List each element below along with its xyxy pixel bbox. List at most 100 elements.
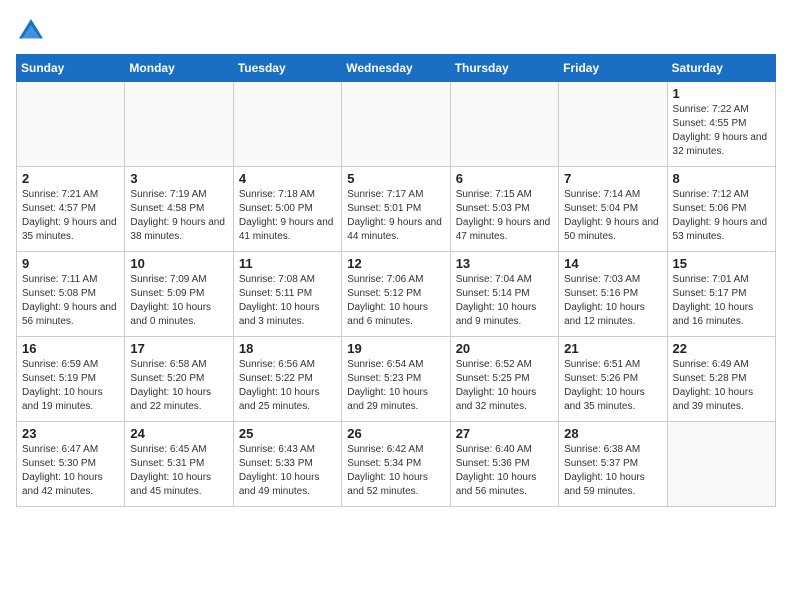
- day-info: Sunrise: 6:59 AM Sunset: 5:19 PM Dayligh…: [22, 358, 119, 414]
- day-info: Sunrise: 7:09 AM Sunset: 5:09 PM Dayligh…: [130, 273, 227, 329]
- calendar-day-cell: 24 Sunrise: 6:45 AM Sunset: 5:31 PM Dayli…: [125, 422, 233, 507]
- day-info: Sunrise: 7:04 AM Sunset: 5:14 PM Dayligh…: [456, 273, 553, 329]
- calendar-day-cell: 16Sunrise: 6:59 AM Sunset: 5:19 PM Dayli…: [17, 337, 125, 422]
- day-number: 9: [22, 256, 119, 271]
- day-number: 12: [347, 256, 444, 271]
- day-info: Sunrise: 7:01 AM Sunset: 5:17 PM Dayligh…: [673, 273, 770, 329]
- calendar-day-cell: 12 Sunrise: 7:06 AM Sunset: 5:12 PM Dayli…: [342, 252, 450, 337]
- day-number: 6: [456, 171, 553, 186]
- calendar-header-tuesday: Tuesday: [233, 55, 341, 82]
- day-info: Sunrise: 7:15 AM Sunset: 5:03 PM Dayligh…: [456, 188, 553, 244]
- calendar-day-cell: 28 Sunrise: 6:38 AM Sunset: 5:37 PM Dayli…: [559, 422, 667, 507]
- day-info: Sunrise: 7:12 AM Sunset: 5:06 PM Dayligh…: [673, 188, 770, 244]
- calendar-day-cell: 17 Sunrise: 6:58 AM Sunset: 5:20 PM Dayli…: [125, 337, 233, 422]
- day-info: Sunrise: 6:51 AM Sunset: 5:26 PM Dayligh…: [564, 358, 661, 414]
- calendar-week-row: 2 Sunrise: 7:21 AM Sunset: 4:57 PM Daylig…: [17, 167, 776, 252]
- day-number: 18: [239, 341, 336, 356]
- day-number: 22: [673, 341, 770, 356]
- calendar-day-cell: 10Sunrise: 7:09 AM Sunset: 5:09 PM Dayli…: [125, 252, 233, 337]
- day-number: 23: [22, 426, 119, 441]
- calendar-day-cell: 20 Sunrise: 6:52 AM Sunset: 5:25 PM Dayli…: [450, 337, 558, 422]
- calendar-week-row: 1 Sunrise: 7:22 AM Sunset: 4:55 PM Daylig…: [17, 82, 776, 167]
- day-number: 17: [130, 341, 227, 356]
- day-info: Sunrise: 6:58 AM Sunset: 5:20 PM Dayligh…: [130, 358, 227, 414]
- day-number: 25: [239, 426, 336, 441]
- day-number: 26: [347, 426, 444, 441]
- day-info: Sunrise: 6:52 AM Sunset: 5:25 PM Dayligh…: [456, 358, 553, 414]
- calendar-day-cell: 13 Sunrise: 7:04 AM Sunset: 5:14 PM Dayli…: [450, 252, 558, 337]
- calendar-day-cell: 26 Sunrise: 6:42 AM Sunset: 5:34 PM Dayli…: [342, 422, 450, 507]
- calendar-header-friday: Friday: [559, 55, 667, 82]
- day-info: Sunrise: 7:19 AM Sunset: 4:58 PM Dayligh…: [130, 188, 227, 244]
- calendar-day-cell: [450, 82, 558, 167]
- calendar-day-cell: 2 Sunrise: 7:21 AM Sunset: 4:57 PM Daylig…: [17, 167, 125, 252]
- calendar-header-thursday: Thursday: [450, 55, 558, 82]
- day-number: 1: [673, 86, 770, 101]
- calendar-header-wednesday: Wednesday: [342, 55, 450, 82]
- day-number: 19: [347, 341, 444, 356]
- day-info: Sunrise: 7:14 AM Sunset: 5:04 PM Dayligh…: [564, 188, 661, 244]
- day-number: 5: [347, 171, 444, 186]
- calendar-day-cell: 6 Sunrise: 7:15 AM Sunset: 5:03 PM Daylig…: [450, 167, 558, 252]
- calendar-day-cell: 4 Sunrise: 7:18 AM Sunset: 5:00 PM Daylig…: [233, 167, 341, 252]
- day-info: Sunrise: 6:54 AM Sunset: 5:23 PM Dayligh…: [347, 358, 444, 414]
- day-number: 7: [564, 171, 661, 186]
- day-info: Sunrise: 7:03 AM Sunset: 5:16 PM Dayligh…: [564, 273, 661, 329]
- calendar-day-cell: [233, 82, 341, 167]
- calendar-day-cell: [667, 422, 775, 507]
- calendar-day-cell: 21 Sunrise: 6:51 AM Sunset: 5:26 PM Dayli…: [559, 337, 667, 422]
- day-number: 20: [456, 341, 553, 356]
- day-info: Sunrise: 7:21 AM Sunset: 4:57 PM Dayligh…: [22, 188, 119, 244]
- calendar-header-sunday: Sunday: [17, 55, 125, 82]
- day-number: 4: [239, 171, 336, 186]
- day-info: Sunrise: 6:38 AM Sunset: 5:37 PM Dayligh…: [564, 443, 661, 499]
- day-number: 28: [564, 426, 661, 441]
- calendar-day-cell: 3 Sunrise: 7:19 AM Sunset: 4:58 PM Daylig…: [125, 167, 233, 252]
- day-number: 27: [456, 426, 553, 441]
- day-info: Sunrise: 6:49 AM Sunset: 5:28 PM Dayligh…: [673, 358, 770, 414]
- calendar-header-row: SundayMondayTuesdayWednesdayThursdayFrid…: [17, 55, 776, 82]
- day-info: Sunrise: 6:56 AM Sunset: 5:22 PM Dayligh…: [239, 358, 336, 414]
- day-info: Sunrise: 6:43 AM Sunset: 5:33 PM Dayligh…: [239, 443, 336, 499]
- day-info: Sunrise: 7:17 AM Sunset: 5:01 PM Dayligh…: [347, 188, 444, 244]
- day-number: 24: [130, 426, 227, 441]
- calendar-day-cell: 18 Sunrise: 6:56 AM Sunset: 5:22 PM Dayli…: [233, 337, 341, 422]
- calendar-day-cell: 9 Sunrise: 7:11 AM Sunset: 5:08 PM Daylig…: [17, 252, 125, 337]
- day-info: Sunrise: 6:42 AM Sunset: 5:34 PM Dayligh…: [347, 443, 444, 499]
- calendar-day-cell: [559, 82, 667, 167]
- day-number: 11: [239, 256, 336, 271]
- logo-icon: [16, 16, 46, 46]
- day-info: Sunrise: 7:18 AM Sunset: 5:00 PM Dayligh…: [239, 188, 336, 244]
- logo: [16, 16, 50, 46]
- day-info: Sunrise: 7:08 AM Sunset: 5:11 PM Dayligh…: [239, 273, 336, 329]
- calendar-day-cell: 5 Sunrise: 7:17 AM Sunset: 5:01 PM Daylig…: [342, 167, 450, 252]
- calendar-day-cell: 7 Sunrise: 7:14 AM Sunset: 5:04 PM Daylig…: [559, 167, 667, 252]
- calendar-week-row: 16Sunrise: 6:59 AM Sunset: 5:19 PM Dayli…: [17, 337, 776, 422]
- page-header: [16, 16, 776, 46]
- day-number: 21: [564, 341, 661, 356]
- day-number: 13: [456, 256, 553, 271]
- day-info: Sunrise: 7:22 AM Sunset: 4:55 PM Dayligh…: [673, 103, 770, 159]
- day-number: 2: [22, 171, 119, 186]
- calendar-day-cell: [342, 82, 450, 167]
- day-info: Sunrise: 7:11 AM Sunset: 5:08 PM Dayligh…: [22, 273, 119, 329]
- calendar-day-cell: 27 Sunrise: 6:40 AM Sunset: 5:36 PM Dayli…: [450, 422, 558, 507]
- calendar-day-cell: 25 Sunrise: 6:43 AM Sunset: 5:33 PM Dayli…: [233, 422, 341, 507]
- calendar-header-saturday: Saturday: [667, 55, 775, 82]
- calendar-week-row: 9 Sunrise: 7:11 AM Sunset: 5:08 PM Daylig…: [17, 252, 776, 337]
- calendar-day-cell: 8Sunrise: 7:12 AM Sunset: 5:06 PM Daylig…: [667, 167, 775, 252]
- calendar-day-cell: 19 Sunrise: 6:54 AM Sunset: 5:23 PM Dayli…: [342, 337, 450, 422]
- day-number: 3: [130, 171, 227, 186]
- day-number: 14: [564, 256, 661, 271]
- calendar-header-monday: Monday: [125, 55, 233, 82]
- calendar-day-cell: [125, 82, 233, 167]
- day-info: Sunrise: 6:45 AM Sunset: 5:31 PM Dayligh…: [130, 443, 227, 499]
- calendar-day-cell: 23 Sunrise: 6:47 AM Sunset: 5:30 PM Dayli…: [17, 422, 125, 507]
- calendar-day-cell: [17, 82, 125, 167]
- day-info: Sunrise: 6:47 AM Sunset: 5:30 PM Dayligh…: [22, 443, 119, 499]
- calendar-day-cell: 22 Sunrise: 6:49 AM Sunset: 5:28 PM Dayli…: [667, 337, 775, 422]
- day-number: 15: [673, 256, 770, 271]
- calendar-day-cell: 15 Sunrise: 7:01 AM Sunset: 5:17 PM Dayli…: [667, 252, 775, 337]
- day-info: Sunrise: 7:06 AM Sunset: 5:12 PM Dayligh…: [347, 273, 444, 329]
- day-info: Sunrise: 6:40 AM Sunset: 5:36 PM Dayligh…: [456, 443, 553, 499]
